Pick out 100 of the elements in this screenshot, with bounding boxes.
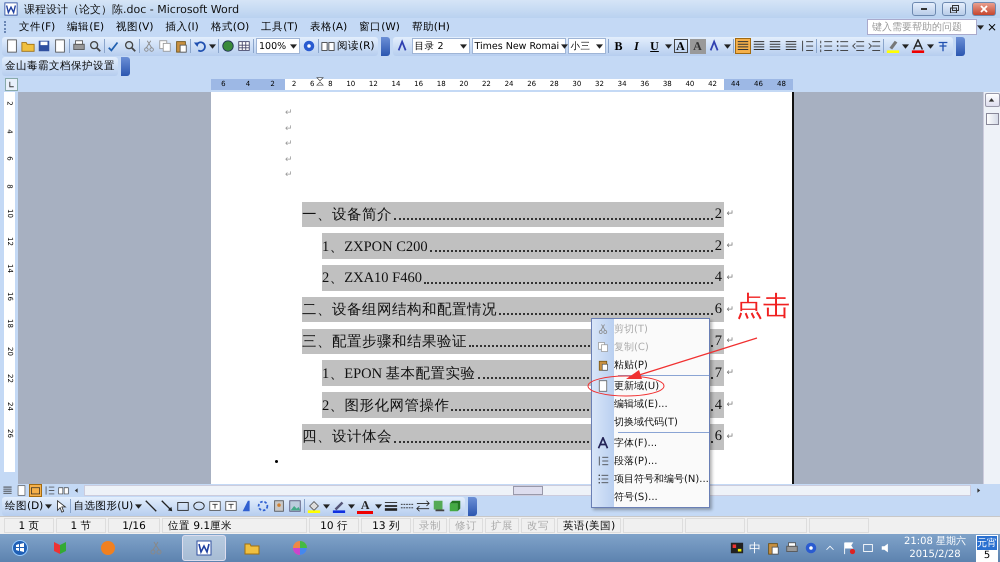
line-color-icon[interactable] (332, 499, 346, 513)
dropdown-caret-icon[interactable] (902, 44, 908, 48)
normal-view-icon[interactable] (2, 484, 13, 496)
toc-entry[interactable]: 二、设备组网结构和配置情况 6 (302, 296, 724, 322)
outline-view-icon[interactable] (44, 484, 55, 496)
table-icon[interactable] (237, 39, 251, 53)
minimize-button[interactable] (912, 2, 936, 16)
highlight-icon[interactable] (886, 39, 900, 53)
new-document-icon[interactable] (5, 39, 19, 53)
context-menu-item[interactable]: 字体(F)... (614, 436, 658, 450)
right-align-icon[interactable] (768, 39, 782, 53)
cut-icon[interactable] (142, 39, 156, 53)
reading-view-icon[interactable] (58, 484, 69, 496)
permission-icon[interactable] (53, 39, 67, 53)
underline-button[interactable]: U (646, 38, 662, 54)
menu-item[interactable]: 窗口(W) (353, 20, 406, 34)
dropdown-caret-icon[interactable] (596, 44, 602, 48)
toolbar-options-button[interactable] (121, 56, 130, 76)
save-icon[interactable] (37, 39, 51, 53)
web-view-icon[interactable] (16, 484, 27, 496)
scroll-up-button[interactable] (984, 93, 1000, 107)
fill-color-icon[interactable] (307, 499, 322, 513)
network-tray-icon[interactable] (861, 541, 875, 555)
context-menu-item[interactable]: 项目符号和编号(N)... (614, 472, 709, 486)
tab-selector-button[interactable] (5, 78, 18, 90)
font-combo[interactable]: Times New Romai (472, 38, 566, 54)
shadow-icon[interactable] (432, 499, 446, 513)
toc-entry[interactable]: 2、ZXA10 F460 4 (322, 265, 724, 291)
justify-icon[interactable] (736, 39, 750, 53)
close-button[interactable] (972, 2, 996, 16)
dropdown-caret-icon[interactable] (977, 24, 984, 30)
dropdown-caret-icon[interactable] (375, 504, 382, 508)
context-menu-item[interactable]: 符号(S)... (614, 490, 658, 504)
dropdown-caret-icon[interactable] (209, 44, 216, 48)
bold-button[interactable]: B (610, 38, 626, 54)
diagram-icon[interactable] (256, 499, 270, 513)
help-tray-icon[interactable] (804, 541, 818, 555)
toc-entry[interactable]: 1、ZXPON C200 2 (322, 233, 724, 259)
line-style-icon[interactable] (384, 499, 398, 513)
keyboard-tray-icon[interactable] (730, 541, 744, 555)
numbered-list-icon[interactable] (818, 39, 832, 53)
autoshapes-menu-button[interactable]: 自选图形(U) (73, 499, 142, 513)
flag-tray-icon[interactable] (842, 541, 856, 555)
scroll-thumb[interactable] (986, 113, 998, 125)
restore-button[interactable] (942, 2, 966, 16)
distributed-align-icon[interactable] (784, 39, 798, 53)
phonetic-guide-icon[interactable] (936, 39, 950, 53)
menu-item[interactable]: 视图(V) (110, 20, 160, 34)
tray-app-icon[interactable] (766, 541, 780, 555)
toolbar-options-button[interactable] (956, 36, 964, 56)
clock-date[interactable]: 2015/2/28 (909, 548, 961, 561)
italic-button[interactable]: I (628, 38, 644, 54)
context-menu-item[interactable]: 段落(P)... (614, 454, 658, 468)
print-preview-icon[interactable] (88, 39, 102, 53)
undo-icon[interactable] (193, 39, 207, 53)
taskbar-button[interactable] (182, 535, 226, 561)
bulleted-list-icon[interactable] (834, 39, 848, 53)
indent-marker-icon[interactable] (315, 76, 325, 86)
select-pointer-icon[interactable] (54, 499, 68, 513)
context-menu-item[interactable]: 粘贴(P) (614, 358, 648, 372)
arrow-style-icon[interactable] (416, 499, 430, 513)
dropdown-caret-icon[interactable] (323, 504, 330, 508)
menu-item[interactable]: 帮助(H) (406, 20, 456, 34)
context-menu-item[interactable]: 编辑域(E)... (614, 397, 668, 411)
line-icon[interactable] (144, 499, 158, 513)
toc-entry[interactable]: 一、设备简介 2 (302, 202, 724, 227)
dropdown-caret-icon[interactable] (724, 44, 730, 48)
menu-item[interactable]: 编辑(E) (61, 20, 110, 34)
help-search-field[interactable]: 键入需要帮助的问题 (867, 19, 977, 35)
research-icon[interactable] (123, 39, 137, 53)
border-button[interactable]: A (674, 39, 688, 53)
print-layout-view-icon[interactable] (30, 484, 41, 496)
draw-menu-button[interactable]: 绘图(D) (5, 499, 52, 513)
scroll-thumb[interactable] (512, 486, 542, 494)
vertical-text-box-icon[interactable] (224, 499, 238, 513)
insert-picture-icon[interactable] (288, 499, 302, 513)
increase-indent-icon[interactable] (866, 39, 880, 53)
close-help-button[interactable]: × (984, 20, 1000, 34)
menu-item[interactable]: 插入(I) (159, 20, 205, 34)
monitor-tray-icon[interactable] (785, 541, 799, 555)
menu-item[interactable]: 工具(T) (255, 20, 304, 34)
dropdown-caret-icon[interactable] (926, 44, 934, 48)
print-icon[interactable] (72, 39, 86, 53)
dropdown-caret-icon[interactable] (561, 44, 568, 48)
rectangle-icon[interactable] (176, 499, 190, 513)
spelling-icon[interactable] (107, 39, 121, 53)
style-combo[interactable]: 目录 2 (412, 38, 470, 54)
dropdown-caret-icon[interactable] (664, 44, 672, 48)
toolbar-options-button[interactable] (380, 36, 390, 56)
dropdown-caret-icon[interactable] (348, 504, 356, 508)
font-color-icon[interactable] (910, 39, 924, 53)
line-spacing-icon[interactable] (800, 39, 814, 53)
styles-icon[interactable] (396, 39, 410, 53)
read-button[interactable]: 阅读(R) (321, 39, 374, 53)
text-box-icon[interactable] (208, 499, 222, 513)
center-align-icon[interactable] (752, 39, 766, 53)
font-size-combo[interactable]: 小三 (568, 38, 606, 54)
calendar-badge[interactable]: 元宵 5 (976, 534, 998, 562)
3d-cube-icon[interactable] (448, 499, 462, 513)
open-folder-icon[interactable] (21, 39, 35, 53)
